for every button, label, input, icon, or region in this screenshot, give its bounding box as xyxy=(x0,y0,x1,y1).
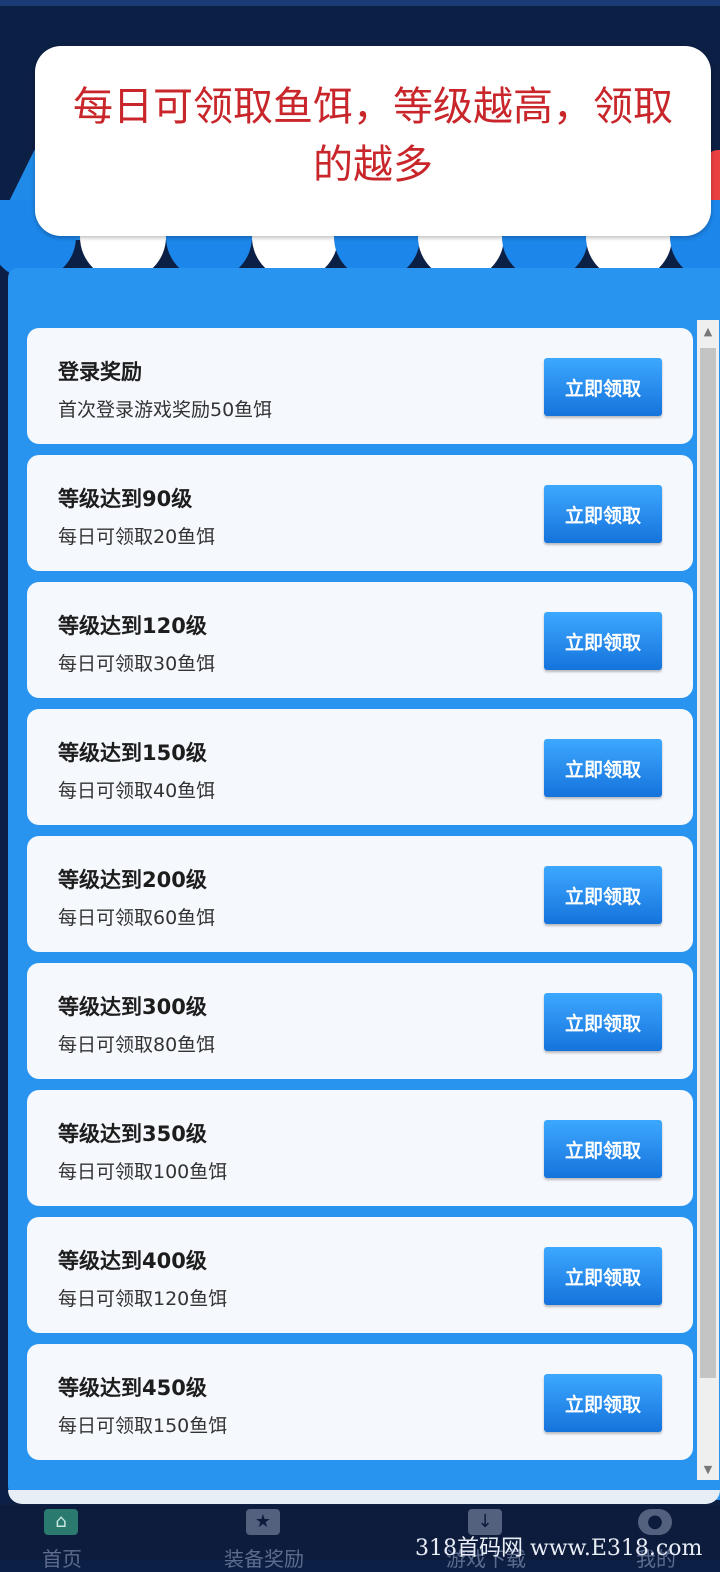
star-icon: ★ xyxy=(246,1509,280,1535)
reward-list[interactable]: 登录奖励 首次登录游戏奖励50鱼饵 立即领取 等级达到90级 每日可领取20鱼饵… xyxy=(27,328,695,1468)
reward-desc: 每日可领取100鱼饵 xyxy=(58,1161,228,1183)
reward-card: 登录奖励 首次登录游戏奖励50鱼饵 立即领取 xyxy=(27,328,693,444)
nav-label: 装备奖励 xyxy=(224,1547,304,1571)
claim-button[interactable]: 立即领取 xyxy=(544,358,662,416)
claim-button[interactable]: 立即领取 xyxy=(544,739,662,797)
reward-title: 等级达到350级 xyxy=(58,1122,207,1146)
claim-button[interactable]: 立即领取 xyxy=(544,993,662,1051)
reward-card: 等级达到200级 每日可领取60鱼饵 立即领取 xyxy=(27,836,693,952)
claim-button[interactable]: 立即领取 xyxy=(544,1374,662,1432)
reward-card: 等级达到350级 每日可领取100鱼饵 立即领取 xyxy=(27,1090,693,1206)
reward-desc: 每日可领取150鱼饵 xyxy=(58,1415,228,1437)
reward-card: 等级达到150级 每日可领取40鱼饵 立即领取 xyxy=(27,709,693,825)
watermark: 318首码网 www.E318.com xyxy=(415,1536,703,1561)
reward-title: 等级达到150级 xyxy=(58,741,207,765)
scroll-up-arrow-icon[interactable]: ▲ xyxy=(697,320,719,342)
reward-desc: 每日可领取80鱼饵 xyxy=(58,1034,216,1056)
reward-title: 等级达到450级 xyxy=(58,1376,207,1400)
claim-button[interactable]: 立即领取 xyxy=(544,485,662,543)
reward-title: 登录奖励 xyxy=(58,360,142,384)
reward-desc: 每日可领取20鱼饵 xyxy=(58,526,216,548)
reward-desc: 每日可领取60鱼饵 xyxy=(58,907,216,929)
reward-title: 等级达到120级 xyxy=(58,614,207,638)
scroll-thumb[interactable] xyxy=(700,348,716,1378)
reward-card: 等级达到300级 每日可领取80鱼饵 立即领取 xyxy=(27,963,693,1079)
reward-title: 等级达到400级 xyxy=(58,1249,207,1273)
reward-desc: 每日可领取30鱼饵 xyxy=(58,653,216,675)
reward-title: 等级达到200级 xyxy=(58,868,207,892)
banner-text: 每日可领取鱼饵，等级越高，领取的越多 xyxy=(73,84,673,188)
info-banner: 每日可领取鱼饵，等级越高，领取的越多 xyxy=(35,46,711,236)
reward-desc: 每日可领取40鱼饵 xyxy=(58,780,216,802)
claim-button[interactable]: 立即领取 xyxy=(544,1120,662,1178)
claim-button[interactable]: 立即领取 xyxy=(544,1247,662,1305)
reward-card: 等级达到90级 每日可领取20鱼饵 立即领取 xyxy=(27,455,693,571)
scroll-down-arrow-icon[interactable]: ▼ xyxy=(697,1458,719,1480)
panel-bottom-edge xyxy=(8,1490,720,1504)
nav-label: 首页 xyxy=(42,1547,82,1571)
reward-desc: 每日可领取120鱼饵 xyxy=(58,1288,228,1310)
reward-desc: 首次登录游戏奖励50鱼饵 xyxy=(58,399,273,421)
claim-button[interactable]: 立即领取 xyxy=(544,866,662,924)
claim-button[interactable]: 立即领取 xyxy=(544,612,662,670)
top-strip xyxy=(0,0,720,6)
nav-item-rewards[interactable]: ★ 装备奖励 xyxy=(204,1505,324,1571)
home-icon: ⌂ xyxy=(44,1509,78,1535)
reward-card: 等级达到450级 每日可领取150鱼饵 立即领取 xyxy=(27,1344,693,1460)
scrollbar[interactable]: ▲ ▼ xyxy=(697,320,719,1480)
reward-card: 等级达到120级 每日可领取30鱼饵 立即领取 xyxy=(27,582,693,698)
reward-title: 等级达到90级 xyxy=(58,487,193,511)
nav-item-home[interactable]: ⌂ 首页 xyxy=(2,1505,122,1571)
reward-card: 等级达到400级 每日可领取120鱼饵 立即领取 xyxy=(27,1217,693,1333)
reward-title: 等级达到300级 xyxy=(58,995,207,1019)
